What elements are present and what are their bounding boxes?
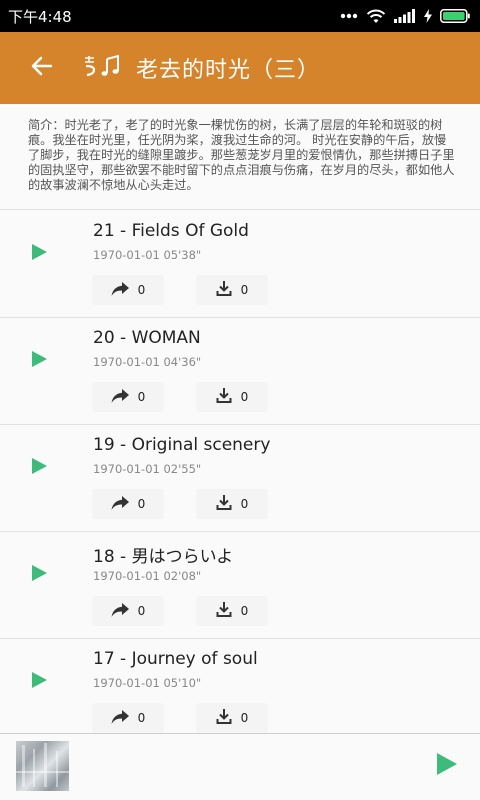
share-icon (111, 281, 129, 300)
play-icon (30, 457, 48, 479)
track-date-duration: 1970-01-01 05'10" (93, 676, 202, 690)
battery-icon (440, 9, 470, 23)
track-title: 19 - Original scenery (93, 435, 271, 455)
share-icon (111, 388, 129, 407)
play-icon (434, 752, 458, 780)
download-count: 0 (240, 390, 249, 404)
track-title: 20 - WOMAN (93, 328, 201, 348)
track-date-duration: 1970-01-01 05'38" (93, 248, 202, 262)
track-play-button[interactable] (22, 451, 56, 485)
intro-text: 简介：时光老了，老了的时光象一棵忧伤的树，长满了层层的年轮和斑驳的树痕。我坐在时… (28, 118, 455, 192)
track-date-duration: 1970-01-01 04'36" (93, 355, 202, 369)
download-button[interactable]: 0 (196, 275, 268, 305)
status-bar: 下午4:48 (0, 0, 480, 32)
status-icons (340, 8, 470, 24)
player-play-button[interactable] (428, 748, 464, 784)
arrow-left-icon (31, 56, 53, 80)
track-row[interactable]: 18 - 男はつらいよ 1970-01-01 02'08" 0 0 (0, 532, 480, 639)
signal-icon (394, 9, 416, 23)
play-icon (30, 671, 48, 693)
music-note-icon (82, 52, 126, 84)
track-date-duration: 1970-01-01 02'55" (93, 462, 202, 476)
download-button[interactable]: 0 (196, 703, 268, 733)
download-count: 0 (240, 604, 249, 618)
download-icon (216, 494, 232, 514)
share-count: 0 (137, 497, 146, 511)
mini-player (0, 733, 480, 800)
download-button[interactable]: 0 (196, 596, 268, 626)
download-count: 0 (240, 283, 249, 297)
share-button[interactable]: 0 (92, 275, 164, 305)
track-date-duration: 1970-01-01 02'08" (93, 569, 202, 583)
share-count: 0 (137, 390, 146, 404)
download-icon (216, 601, 232, 621)
track-title: 21 - Fields Of Gold (93, 221, 249, 241)
share-count: 0 (137, 711, 146, 725)
download-icon (216, 387, 232, 407)
download-button[interactable]: 0 (196, 489, 268, 519)
download-icon (216, 708, 232, 728)
share-button[interactable]: 0 (92, 703, 164, 733)
download-button[interactable]: 0 (196, 382, 268, 412)
share-button[interactable]: 0 (92, 596, 164, 626)
charging-icon (424, 9, 432, 23)
track-row[interactable]: 19 - Original scenery 1970-01-01 02'55" … (0, 425, 480, 532)
download-count: 0 (240, 497, 249, 511)
album-intro: 简介：时光老了，老了的时光象一棵忧伤的树，长满了层层的年轮和斑驳的树痕。我坐在时… (0, 104, 480, 210)
more-dots-icon (340, 13, 358, 19)
track-title: 17 - Journey of soul (93, 649, 258, 669)
share-icon (111, 709, 129, 728)
album-cover[interactable] (16, 741, 69, 791)
share-count: 0 (137, 283, 146, 297)
share-icon (111, 602, 129, 621)
play-icon (30, 350, 48, 372)
download-count: 0 (240, 711, 249, 725)
share-count: 0 (137, 604, 146, 618)
back-button[interactable] (12, 38, 72, 98)
play-icon (30, 243, 48, 265)
app-bar: 老去的时光（三） (0, 32, 480, 104)
status-time: 下午4:48 (8, 7, 72, 26)
track-title: 18 - 男はつらいよ (93, 547, 234, 567)
page-title: 老去的时光（三） (136, 58, 321, 83)
track-row[interactable]: 21 - Fields Of Gold 1970-01-01 05'38" 0 … (0, 211, 480, 318)
share-icon (111, 495, 129, 514)
wifi-icon (366, 8, 386, 24)
share-button[interactable]: 0 (92, 489, 164, 519)
track-row[interactable]: 17 - Journey of soul 1970-01-01 05'10" 0… (0, 639, 480, 733)
play-icon (30, 564, 48, 586)
track-play-button[interactable] (22, 237, 56, 271)
share-button[interactable]: 0 (92, 382, 164, 412)
download-icon (216, 280, 232, 300)
track-play-button[interactable] (22, 665, 56, 699)
track-list[interactable]: 21 - Fields Of Gold 1970-01-01 05'38" 0 … (0, 211, 480, 733)
track-row[interactable]: 20 - WOMAN 1970-01-01 04'36" 0 0 (0, 318, 480, 425)
track-play-button[interactable] (22, 344, 56, 378)
track-play-button[interactable] (22, 558, 56, 592)
